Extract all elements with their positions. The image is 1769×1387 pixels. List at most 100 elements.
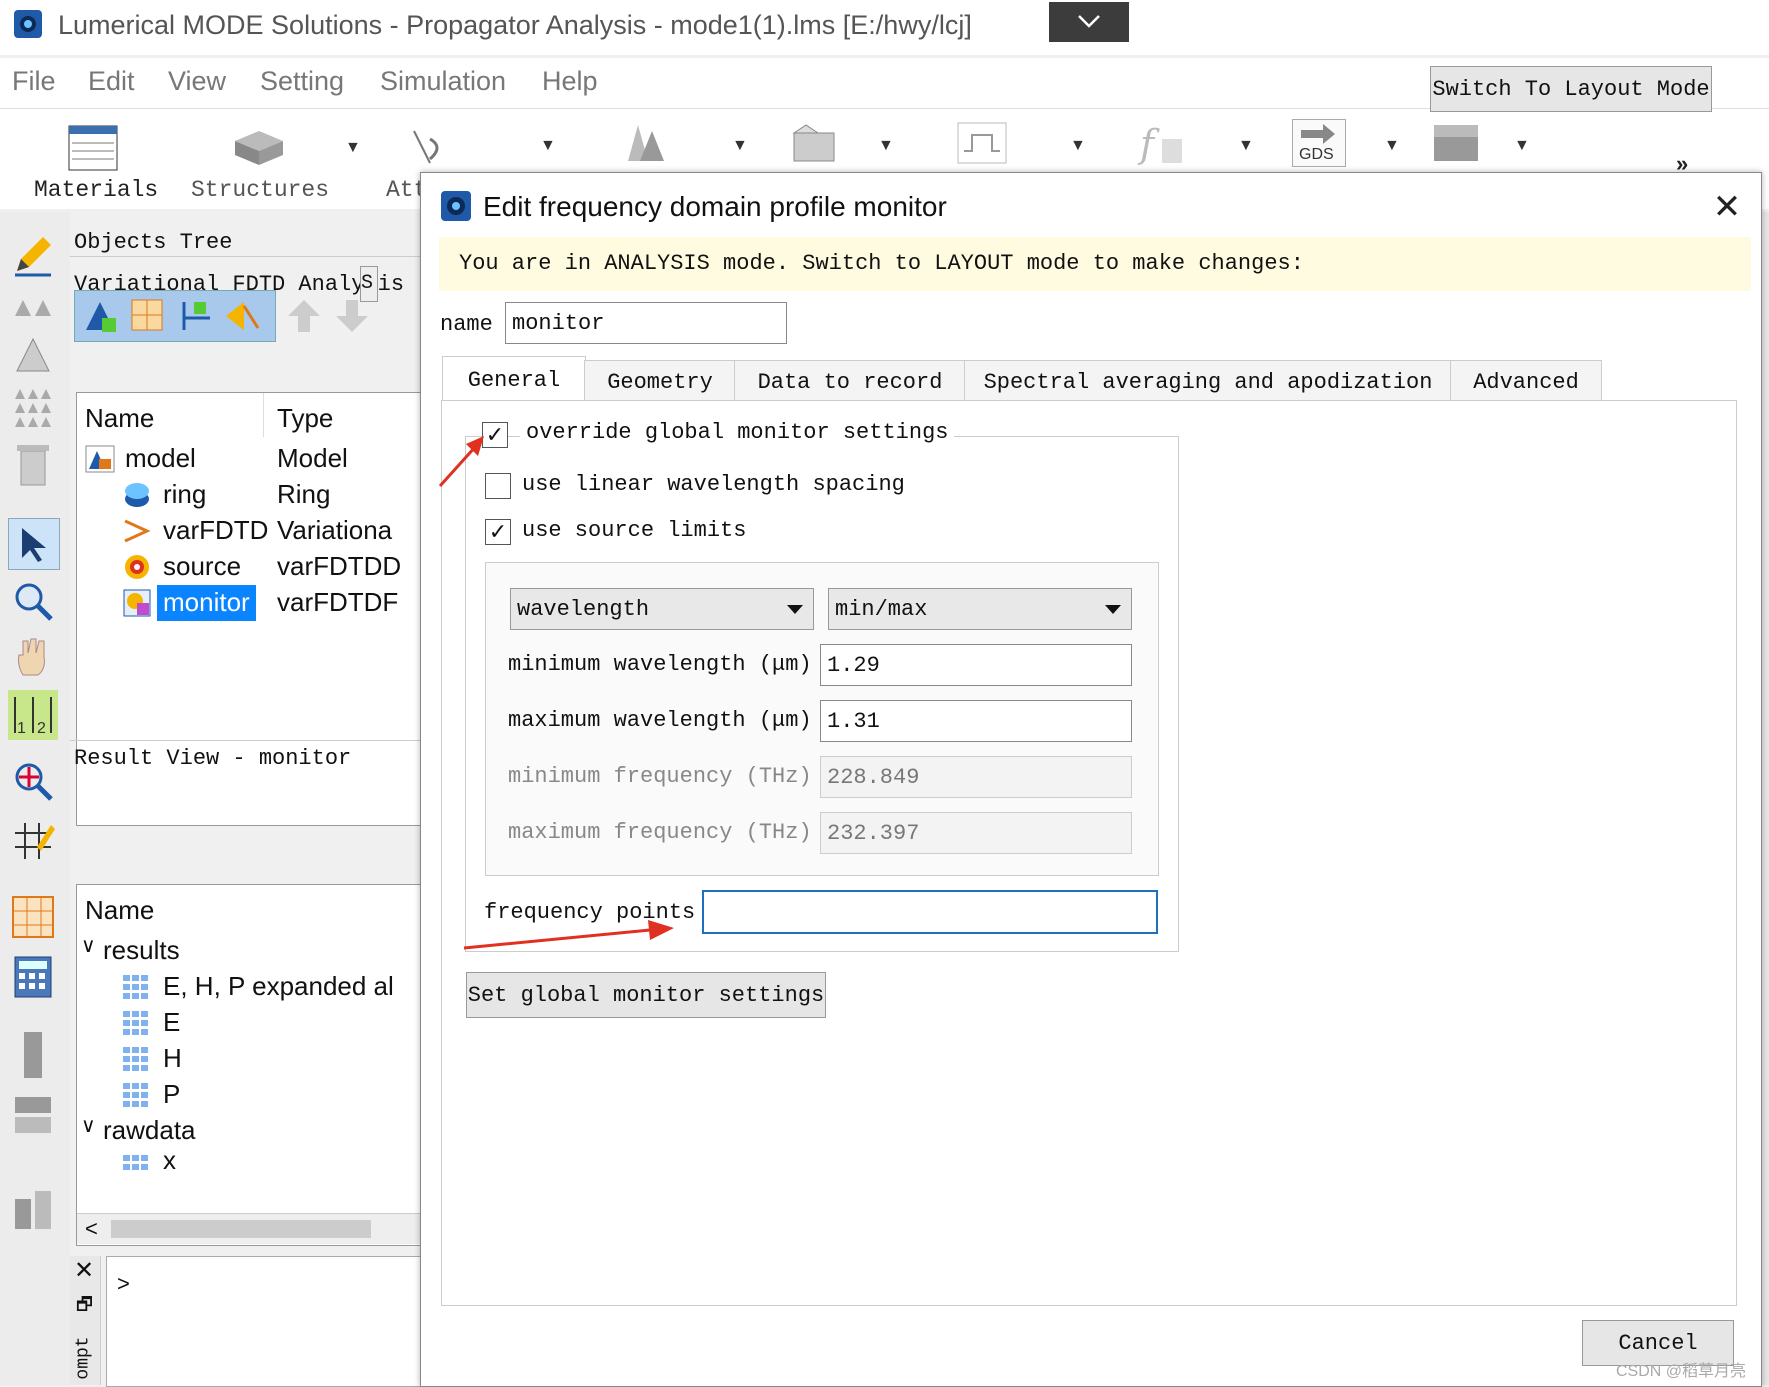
float-icon[interactable]: 🗗 (76, 1292, 93, 1322)
objects-tree-header: Objects Tree (74, 230, 233, 255)
scroll-thumb[interactable] (111, 1220, 371, 1238)
analysis-function-icon[interactable]: f (1136, 121, 1186, 165)
close-icon[interactable]: ✕ (1707, 187, 1747, 227)
model-icon (85, 445, 115, 473)
add-group-icon[interactable] (82, 298, 118, 334)
row-type: Model (277, 443, 348, 473)
switch-to-layout-button[interactable]: Switch To Layout Mode (1430, 66, 1712, 112)
move-up-icon[interactable] (286, 298, 322, 334)
tab-data-to-record[interactable]: Data to record (734, 360, 966, 403)
scroll-left-icon[interactable]: < (85, 1216, 98, 1242)
max-wavelength-field[interactable]: 1.31 (820, 700, 1132, 742)
column-name: Name (85, 403, 155, 433)
add-axis-icon[interactable] (178, 298, 214, 334)
table-row-selected[interactable]: monitor varFDTDF (77, 585, 421, 621)
range-quantity-value: wavelength (517, 596, 650, 622)
menu-simulation[interactable]: Simulation (380, 66, 506, 97)
move-up-tool-icon[interactable] (8, 282, 58, 332)
analysis-dropdown-icon[interactable]: ▼ (1238, 137, 1254, 155)
dataset-icon (123, 1083, 148, 1107)
range-mode-select[interactable]: min/max (828, 588, 1132, 630)
zoom-extent-icon[interactable] (8, 756, 58, 806)
item-label: E (163, 1007, 181, 1037)
source-limits-checkbox[interactable]: ✓ (485, 519, 511, 545)
tree-group[interactable]: ∨ rawdata (77, 1113, 421, 1149)
window-menu-button[interactable] (1049, 2, 1129, 42)
menu-setting[interactable]: Setting (260, 66, 344, 97)
structures-dropdown-icon[interactable]: ▼ (345, 139, 361, 157)
linear-spacing-label: use linear wavelength spacing (522, 472, 905, 497)
range-quantity-select[interactable]: wavelength (510, 588, 814, 630)
sources-dropdown-icon[interactable]: ▼ (732, 137, 748, 155)
array-tool-icon[interactable] (8, 382, 58, 432)
window-title: Lumerical MODE Solutions - Propagator An… (58, 10, 972, 40)
chevron-down-icon (1105, 604, 1121, 614)
layout-icon[interactable] (8, 1090, 58, 1140)
select-tool-icon[interactable] (8, 518, 60, 570)
tab-general[interactable]: General (442, 356, 586, 403)
table-row[interactable]: model Model (77, 441, 421, 477)
min-frequency-field: 228.849 (820, 756, 1132, 798)
min-wavelength-field[interactable]: 1.29 (820, 644, 1132, 686)
calculator-icon[interactable] (8, 952, 58, 1002)
horizontal-scrollbar[interactable]: < (77, 1213, 421, 1244)
frequency-points-field[interactable] (702, 890, 1158, 934)
list-item[interactable]: H (77, 1041, 421, 1077)
attributes-dropdown-icon[interactable]: ▼ (540, 137, 556, 155)
add-mesh-icon[interactable] (130, 298, 166, 334)
pan-tool-icon[interactable] (8, 632, 58, 682)
svg-text:2: 2 (37, 720, 46, 737)
folder-icon[interactable] (790, 121, 840, 165)
grid-edit-icon[interactable] (8, 816, 58, 866)
zoom-tool-icon[interactable] (8, 576, 58, 626)
table-row[interactable]: ring Ring (77, 477, 421, 513)
shape-tool-icon[interactable] (8, 330, 58, 380)
edit-tool-icon[interactable] (8, 230, 58, 280)
name-field[interactable]: monitor (505, 302, 787, 344)
menu-file[interactable]: File (12, 66, 56, 97)
menu-edit[interactable]: Edit (88, 66, 135, 97)
annotation-arrow-icon (463, 920, 674, 950)
tree-group[interactable]: ∨ results (77, 933, 421, 969)
column-type: Type (277, 403, 334, 433)
sources-icon[interactable] (618, 121, 668, 165)
menu-view[interactable]: View (168, 66, 226, 97)
table-icon[interactable] (8, 892, 58, 942)
list-item[interactable]: E, H, P expanded al (77, 969, 421, 1005)
structures-button[interactable]: Structures ▼ (185, 111, 365, 207)
override-label: override global monitor settings (520, 420, 955, 445)
gds-dropdown-icon[interactable]: ▼ (1384, 137, 1400, 155)
ring-icon (125, 483, 149, 507)
table-row[interactable]: source varFDTDD (77, 549, 421, 585)
tab-advanced[interactable]: Advanced (1450, 360, 1602, 403)
split-view-icon[interactable] (8, 1184, 58, 1234)
monitor-dropdown-icon[interactable]: ▼ (1070, 137, 1086, 155)
materials-button[interactable]: Materials (20, 111, 160, 207)
monitor-shape-icon[interactable] (956, 121, 1008, 165)
prompt-console[interactable]: > (106, 1256, 422, 1387)
menu-help[interactable]: Help (542, 66, 598, 97)
row-type: Variationa (277, 515, 393, 545)
list-item[interactable]: E (77, 1005, 421, 1041)
move-down-icon[interactable] (334, 298, 370, 334)
trash-icon[interactable] (8, 440, 58, 490)
tab-geometry[interactable]: Geometry (584, 360, 736, 403)
add-source-icon[interactable] (224, 298, 260, 334)
panel-toggle-icon[interactable] (8, 1030, 58, 1080)
analysis-tab[interactable]: S (360, 266, 378, 302)
ruler-tool-icon[interactable]: 12 (8, 690, 58, 740)
chevron-down-icon[interactable]: ∨ (81, 1113, 96, 1151)
range-mode-value: min/max (835, 596, 928, 622)
list-item[interactable]: P (77, 1077, 421, 1113)
block-icon[interactable] (1432, 123, 1480, 163)
close-icon[interactable]: ✕ (74, 1256, 94, 1285)
block-dropdown-icon[interactable]: ▼ (1514, 137, 1530, 155)
table-row[interactable]: varFDTD Variationa (77, 513, 421, 549)
chevron-down-icon[interactable]: ∨ (81, 933, 96, 971)
tab-spectral-averaging[interactable]: Spectral averaging and apodization (964, 360, 1452, 403)
set-global-monitor-settings-button[interactable]: Set global monitor settings (466, 972, 826, 1018)
gds-import-button[interactable]: GDS (1292, 119, 1346, 167)
list-item[interactable]: x (77, 1149, 421, 1171)
folder-dropdown-icon[interactable]: ▼ (878, 137, 894, 155)
varfdtd-icon (124, 518, 151, 544)
